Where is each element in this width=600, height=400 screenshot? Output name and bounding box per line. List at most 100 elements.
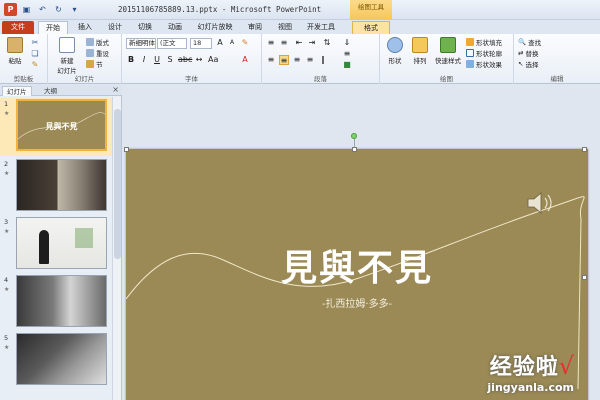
underline-icon[interactable]: U <box>152 55 162 65</box>
numbering-icon[interactable]: ≡ <box>279 38 289 48</box>
speaker-icon[interactable] <box>526 191 556 217</box>
slide-thumbnail-2[interactable]: 2 ★ <box>0 158 112 216</box>
decrease-indent-icon[interactable]: ⇤ <box>294 38 304 48</box>
align-left-icon[interactable]: ≡ <box>266 55 276 65</box>
powerpoint-logo-icon[interactable]: P <box>4 3 17 16</box>
increase-indent-icon[interactable]: ⇥ <box>307 38 317 48</box>
tab-transitions[interactable]: 切换 <box>132 21 158 34</box>
shadow-icon[interactable]: S <box>165 55 175 65</box>
undo-icon[interactable]: ↶ <box>36 3 49 16</box>
selection-handle-top-left[interactable] <box>124 147 129 152</box>
shape-fill-button[interactable]: 形状填充 <box>466 37 502 47</box>
shrink-font-icon[interactable]: A <box>227 38 237 48</box>
tab-review[interactable]: 审阅 <box>242 21 268 34</box>
char-spacing-icon[interactable]: ↔ <box>194 55 204 65</box>
arrange-button[interactable]: 排列 <box>408 37 432 65</box>
quick-styles-button[interactable]: 快速样式 <box>434 37 462 65</box>
tab-slideshow[interactable]: 幻灯片放映 <box>192 21 238 34</box>
select-button[interactable]: ↖ 选择 <box>518 59 538 69</box>
close-panel-icon[interactable]: × <box>112 85 119 94</box>
tab-design[interactable]: 设计 <box>102 21 128 34</box>
shape-outline-icon <box>466 49 474 57</box>
clear-format-icon[interactable]: ✎ <box>240 38 250 48</box>
layout-button[interactable]: 版式 <box>86 37 109 47</box>
scrollbar-thumb[interactable] <box>114 109 121 259</box>
tab-format[interactable]: 格式 <box>352 21 390 34</box>
slide-thumb-image <box>16 217 107 269</box>
copy-icon[interactable]: ❏ <box>30 49 40 59</box>
current-slide[interactable]: 見與不見 -扎西拉姆·多多- 经验啦√ jingyanla.com <box>126 149 588 400</box>
font-color-icon[interactable]: A <box>240 55 250 65</box>
shapes-icon <box>387 37 403 53</box>
slides-group: 新建 幻灯片 版式 重设 节 幻灯片 <box>48 34 122 84</box>
paste-button[interactable]: 粘贴 <box>3 37 27 65</box>
font-name-combo-2[interactable]: (正文 <box>157 38 187 49</box>
slide-number: 5 <box>4 334 9 342</box>
bold-icon[interactable]: B <box>126 55 136 65</box>
replace-button[interactable]: ⇄ 替换 <box>518 48 538 58</box>
reset-button[interactable]: 重设 <box>86 48 109 58</box>
slide-number: 1 <box>4 100 9 108</box>
shape-outline-button[interactable]: 形状轮廓 <box>466 48 502 58</box>
customize-qat-icon[interactable]: ▾ <box>68 3 81 16</box>
find-button[interactable]: 🔍 查找 <box>518 37 541 47</box>
selection-handle-top-center[interactable] <box>352 147 357 152</box>
font-name-combo[interactable]: 新细明体 <box>126 38 156 49</box>
editing-group: 🔍 查找 ⇄ 替换 ↖ 选择 编辑 <box>514 34 600 84</box>
slide-thumbnail-1[interactable]: 1 ★ 見與不見 <box>0 98 112 156</box>
section-icon <box>86 60 94 68</box>
tab-file[interactable]: 文件 <box>2 21 34 34</box>
replace-icon: ⇄ <box>518 49 524 57</box>
change-case-icon[interactable]: Aa <box>208 55 218 65</box>
shape-effects-button[interactable]: 形状效果 <box>466 59 502 69</box>
format-painter-icon[interactable]: ✎ <box>30 60 40 70</box>
selection-handle-top-right[interactable] <box>582 147 587 152</box>
font-size-combo[interactable]: 18 <box>190 38 212 49</box>
tab-home[interactable]: 开始 <box>38 21 68 34</box>
columns-icon[interactable]: ‖ <box>318 55 328 65</box>
paste-icon <box>7 37 23 53</box>
slide-thumbnail-3[interactable]: 3 ★ <box>0 216 112 274</box>
drawing-tools-context-label: 绘图工具 <box>350 0 392 20</box>
thumb-figure <box>39 230 49 264</box>
justify-icon[interactable]: ≡ <box>305 55 315 65</box>
tab-animations[interactable]: 动画 <box>162 21 188 34</box>
new-slide-icon <box>59 37 75 53</box>
section-button[interactable]: 节 <box>86 59 103 69</box>
thumb-plant <box>75 228 93 248</box>
text-direction-icon[interactable]: ⇓ <box>342 38 352 48</box>
tab-outline-panel[interactable]: 大纲 <box>40 86 61 96</box>
thumb-title: 見與不見 <box>45 121 78 131</box>
grow-font-icon[interactable]: A <box>215 38 225 48</box>
slide-title[interactable]: 見與不見 <box>126 239 588 291</box>
slide-subtitle[interactable]: -扎西拉姆·多多- <box>126 295 588 310</box>
save-icon[interactable]: ▣ <box>20 3 33 16</box>
panel-tabs: 幻灯片 大纲 × <box>0 85 122 96</box>
new-slide-button[interactable]: 新建 幻灯片 <box>52 37 82 75</box>
bullets-icon[interactable]: ≡ <box>266 38 276 48</box>
cut-icon[interactable]: ✂ <box>30 38 40 48</box>
redo-icon[interactable]: ↻ <box>52 3 65 16</box>
shapes-button[interactable]: 形状 <box>383 37 407 65</box>
editing-group-label: 编辑 <box>550 75 564 83</box>
tab-developer[interactable]: 开发工具 <box>302 21 340 34</box>
slide-thumbnail-4[interactable]: 4 ★ <box>0 274 112 332</box>
slide-thumbnail-5[interactable]: 5 ★ <box>0 332 112 390</box>
layout-icon <box>86 38 94 46</box>
tab-slides-panel[interactable]: 幻灯片 <box>2 86 32 96</box>
strikethrough-icon[interactable]: abc <box>178 55 192 65</box>
smartart-icon[interactable]: ■ <box>342 60 352 70</box>
drawing-group-label: 绘图 <box>440 75 453 83</box>
watermark-check-icon: √ <box>558 352 574 380</box>
tab-insert[interactable]: 插入 <box>72 21 98 34</box>
align-center-icon[interactable]: ≡ <box>279 55 289 65</box>
line-spacing-icon[interactable]: ⇅ <box>322 38 332 48</box>
align-text-icon[interactable]: ≡ <box>342 49 352 59</box>
animation-star-icon: ★ <box>4 228 10 235</box>
slides-panel-scrollbar[interactable] <box>112 97 121 400</box>
selection-handle-right-center[interactable] <box>582 275 587 280</box>
align-right-icon[interactable]: ≡ <box>292 55 302 65</box>
animation-star-icon: ★ <box>4 170 10 177</box>
tab-view[interactable]: 视图 <box>272 21 298 34</box>
italic-icon[interactable]: I <box>139 55 149 65</box>
